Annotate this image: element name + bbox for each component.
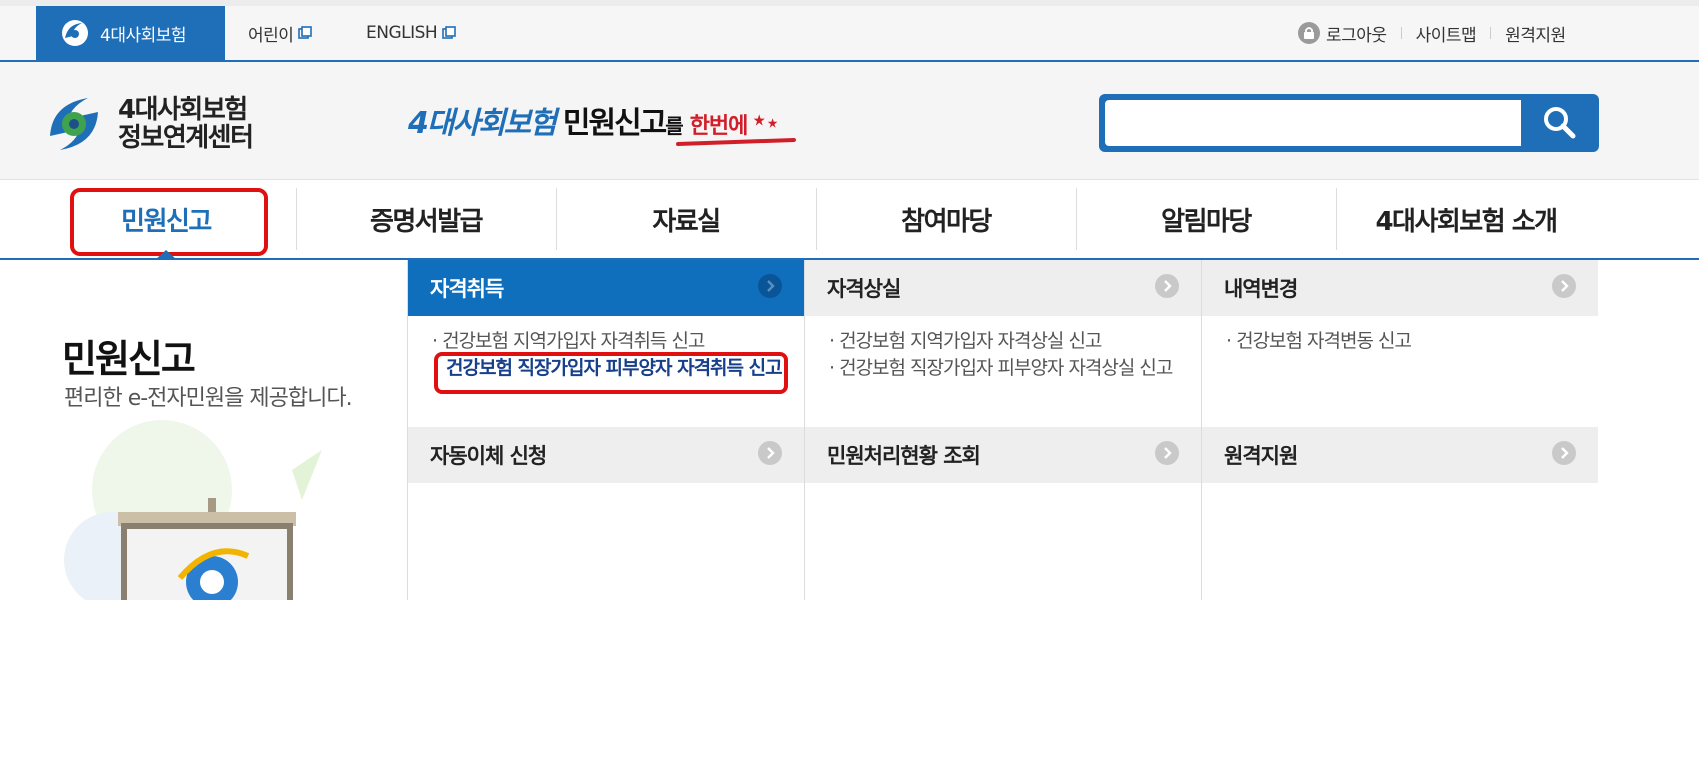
top-tab-label: 4대사회보험 — [100, 25, 187, 46]
gnb-item-certificate[interactable]: 증명서발급 — [296, 180, 556, 258]
active-pointer-icon — [155, 250, 177, 260]
submenu-loss: · 건강보험 지역가입자 자격상실 신고 · 건강보험 직장가입자 피부양자 자… — [829, 328, 1173, 382]
gnb-item-participation[interactable]: 참여마당 — [816, 180, 1076, 258]
category-remote-support[interactable]: 원격지원 — [1202, 427, 1598, 483]
center-logo-icon — [50, 98, 98, 150]
slogan-part-4: 한번에 — [689, 114, 749, 139]
category-auto-transfer[interactable]: 자동이체 신청 — [408, 427, 804, 483]
site-header: 4대사회보험 정보연계센터 4대사회보험 민원신고 를 한번에 — [0, 62, 1699, 180]
submenu-item[interactable]: · 건강보험 지역가입자 자격취득 신고 — [432, 328, 782, 355]
ie-board-illustration — [52, 420, 322, 600]
logo-line-2: 정보연계센터 — [118, 123, 254, 153]
gnb-item-about[interactable]: 4대사회보험 소개 — [1336, 180, 1596, 258]
slogan: 4대사회보험 민원신고 를 한번에 — [408, 98, 797, 147]
category-acquisition[interactable]: 자격취득 — [408, 260, 804, 316]
arrow-right-icon — [758, 441, 782, 465]
divider — [1490, 27, 1492, 39]
search-button[interactable] — [1521, 94, 1599, 152]
submenu-change: · 건강보험 자격변동 신고 — [1226, 328, 1412, 355]
category-label: 원격지원 — [1224, 444, 1298, 468]
search-box — [1099, 94, 1599, 152]
gnb-label: 증명서발급 — [369, 206, 484, 237]
gnb-label: 알림마당 — [1161, 206, 1252, 237]
arrow-right-icon — [758, 274, 782, 298]
arrow-right-icon — [1155, 441, 1179, 465]
slogan-part-2: 민원신고 — [562, 106, 667, 141]
category-label: 민원처리현황 조회 — [827, 444, 981, 468]
arrow-right-icon — [1552, 441, 1576, 465]
english-link-label: ENGLISH — [366, 23, 438, 43]
kids-link-label: 어린이 — [248, 25, 294, 46]
site-logo[interactable]: 4대사회보험 정보연계센터 — [42, 92, 254, 156]
remote-support-link[interactable]: 원격지원 — [1505, 21, 1566, 46]
page-title: 민원신고 — [62, 337, 196, 381]
slogan-part-3: 를 — [665, 114, 684, 138]
category-label: 내역변경 — [1224, 277, 1298, 301]
gnb-item-notice[interactable]: 알림마당 — [1076, 180, 1336, 258]
page-description: 편리한 e-전자민원을 제공합니다. — [64, 386, 353, 411]
gnb-item-library[interactable]: 자료실 — [556, 180, 816, 258]
logout-link[interactable]: 로그아웃 — [1326, 21, 1387, 46]
insurance-logo-icon — [62, 20, 88, 46]
divider — [1400, 27, 1402, 39]
gnb-label: 참여마당 — [901, 206, 992, 237]
category-label: 자격취득 — [430, 277, 504, 301]
star-sparkle-icon — [754, 114, 778, 128]
arrow-right-icon — [1552, 274, 1576, 298]
submenu-item[interactable]: · 건강보험 지역가입자 자격상실 신고 — [829, 328, 1172, 355]
submenu-item[interactable]: · 건강보험 직장가입자 피부양자 자격상실 신고 — [829, 355, 1173, 382]
slogan-part-1: 4대사회보험 — [408, 106, 557, 141]
main-navigation: 민원신고 증명서발급 자료실 참여마당 알림마당 4대사회보험 소개 — [0, 180, 1699, 260]
kids-link[interactable]: 어린이 — [248, 6, 313, 60]
arrow-right-icon — [1155, 274, 1179, 298]
highlight-box-submenu — [434, 352, 788, 394]
sitemap-link[interactable]: 사이트맵 — [1416, 21, 1477, 46]
search-input[interactable] — [1105, 100, 1521, 146]
submenu-item[interactable]: · 건강보험 자격변동 신고 — [1226, 328, 1412, 355]
category-status-inquiry[interactable]: 민원처리현황 조회 — [805, 427, 1201, 483]
lock-icon — [1298, 22, 1320, 44]
top-utility-bar: 4대사회보험 어린이 ENGLISH 로그아웃 사이트맵 원격지원 — [0, 0, 1699, 62]
search-icon — [1544, 107, 1576, 139]
category-label: 자격상실 — [827, 277, 901, 301]
category-label: 자동이체 신청 — [430, 444, 547, 468]
new-window-icon — [442, 26, 457, 39]
highlight-box-gnb — [70, 188, 268, 256]
new-window-icon — [298, 26, 313, 39]
category-change[interactable]: 내역변경 — [1202, 260, 1598, 316]
top-tab-4insurance[interactable]: 4대사회보험 — [36, 6, 225, 60]
gnb-label: 4대사회보험 소개 — [1375, 206, 1558, 237]
utility-links: 로그아웃 사이트맵 원격지원 — [1298, 6, 1566, 60]
logo-line-1: 4대사회보험 — [118, 95, 248, 125]
category-loss[interactable]: 자격상실 — [805, 260, 1201, 316]
english-link[interactable]: ENGLISH — [366, 6, 457, 60]
site-logo-text: 4대사회보험 정보연계센터 — [118, 95, 254, 153]
gnb-label: 자료실 — [652, 206, 721, 237]
